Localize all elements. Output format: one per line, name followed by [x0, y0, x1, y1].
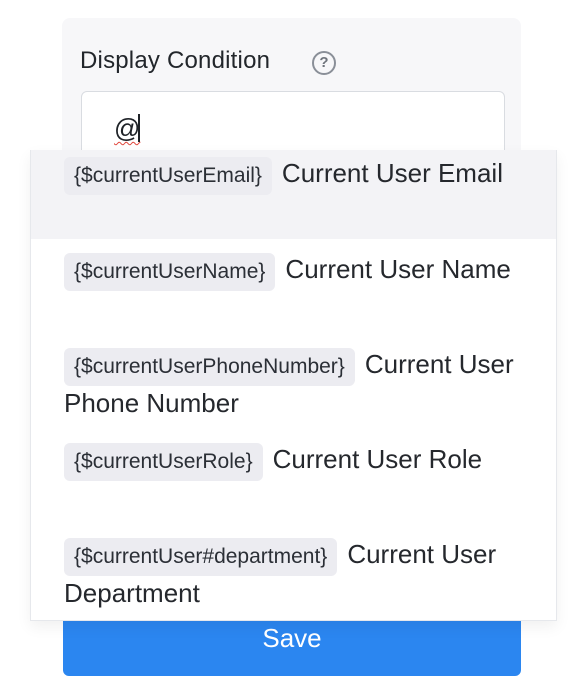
suggestion-label: Current User Role: [272, 444, 483, 474]
suggestion-item-current-user-email[interactable]: {$currentUserEmail} Current User Email: [31, 150, 556, 239]
variable-suggestion-dropdown: {$currentUserEmail} Current User Email {$…: [30, 150, 557, 621]
suggestion-item-current-user-phone-number[interactable]: {$currentUserPhoneNumber} Current User Ph…: [31, 334, 556, 429]
suggestion-item-current-user-name[interactable]: {$currentUserName} Current User Name: [31, 239, 556, 334]
variable-token: {$currentUserPhoneNumber}: [64, 348, 355, 386]
save-button-label: Save: [262, 623, 322, 653]
suggestion-label: Current User Name: [285, 254, 511, 284]
suggestion-item-current-user-role[interactable]: {$currentUserRole} Current User Role: [31, 429, 556, 524]
suggestion-label: Current User Email: [281, 158, 503, 188]
suggestion-item-current-user-department[interactable]: {$currentUser#department} Current User De…: [31, 524, 556, 620]
variable-token: {$currentUserRole}: [64, 443, 263, 481]
variable-token: {$currentUserName}: [64, 253, 276, 291]
variable-token: {$currentUser#department}: [64, 538, 338, 576]
variable-token: {$currentUserEmail}: [64, 157, 272, 195]
input-value: @: [114, 113, 141, 143]
display-condition-label: Display Condition: [80, 47, 271, 74]
help-icon[interactable]: ?: [312, 51, 336, 75]
text-caret: [138, 114, 140, 142]
